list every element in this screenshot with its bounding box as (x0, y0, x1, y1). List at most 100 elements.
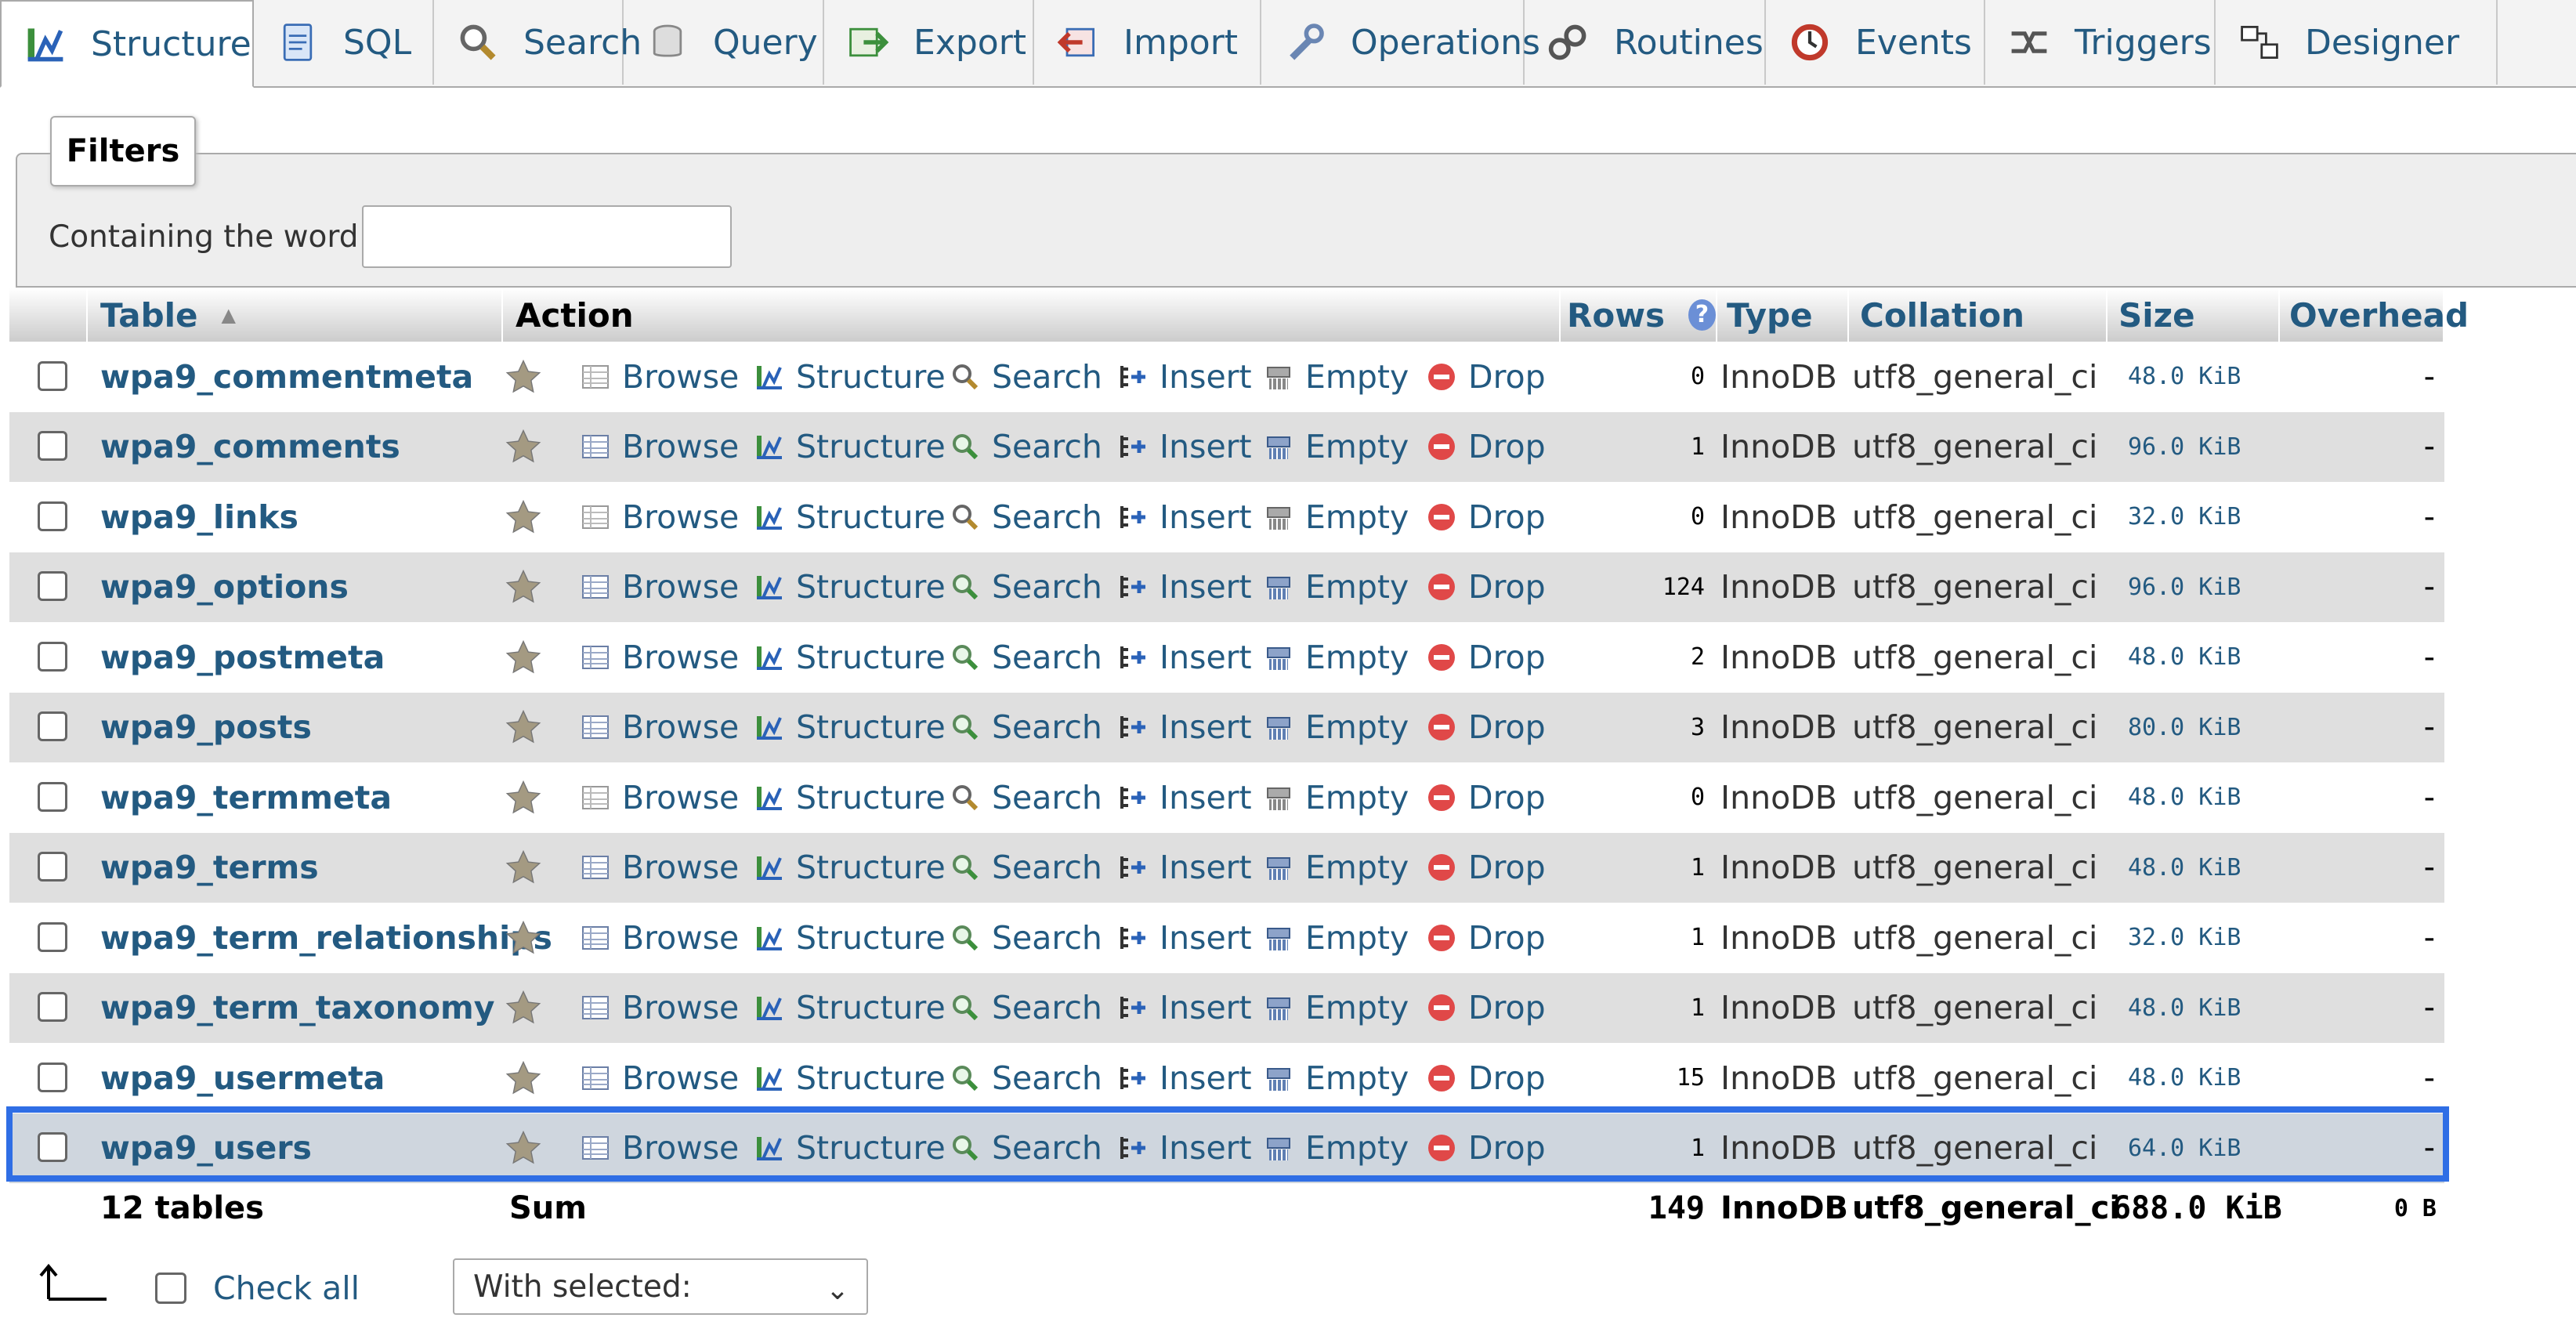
favorite-star-icon[interactable] (505, 903, 542, 973)
row-checkbox[interactable] (38, 711, 67, 742)
check-all-checkbox[interactable] (155, 1273, 186, 1304)
tab-query[interactable]: Query (624, 0, 824, 85)
table-row[interactable]: wpa9_term_taxonomy Browse Structure Search I… (9, 972, 2444, 1044)
empty-action[interactable]: Empty (1263, 342, 1409, 412)
browse-action[interactable]: Browse (580, 1043, 739, 1113)
check-all-link[interactable]: Check all (213, 1269, 360, 1307)
drop-action[interactable]: Drop (1426, 903, 1546, 973)
browse-action[interactable]: Browse (580, 552, 739, 623)
insert-action[interactable]: Insert (1117, 552, 1252, 623)
favorite-star-icon[interactable] (505, 762, 542, 833)
browse-action[interactable]: Browse (580, 622, 739, 693)
insert-action[interactable]: Insert (1117, 622, 1252, 693)
table-row[interactable]: wpa9_usermeta Browse Structure Search Insert… (9, 1043, 2444, 1113)
drop-action[interactable]: Drop (1426, 342, 1546, 412)
table-size[interactable]: 48.0 KiB (2128, 762, 2241, 833)
drop-action[interactable]: Drop (1426, 762, 1546, 833)
insert-action[interactable]: Insert (1117, 412, 1252, 483)
table-row[interactable]: wpa9_terms Browse Structure Search Insert Emp… (9, 832, 2444, 903)
table-name-link[interactable]: wpa9_comments (100, 412, 400, 483)
filter-input[interactable] (362, 205, 732, 268)
table-row[interactable]: wpa9_commentmeta Browse Structure Search Ins… (9, 342, 2444, 412)
table-name-link[interactable]: wpa9_terms (100, 833, 319, 903)
drop-action[interactable]: Drop (1426, 1043, 1546, 1113)
tab-designer[interactable]: Designer (2216, 0, 2498, 85)
tab-structure[interactable]: Structure (0, 0, 254, 88)
browse-action[interactable]: Browse (580, 342, 739, 412)
empty-action[interactable]: Empty (1263, 1113, 1409, 1184)
search-action[interactable]: Search (950, 1113, 1102, 1184)
empty-action[interactable]: Empty (1263, 1043, 1409, 1113)
table-size[interactable]: 32.0 KiB (2128, 903, 2241, 973)
table-name-link[interactable]: wpa9_users (100, 1113, 312, 1184)
drop-action[interactable]: Drop (1426, 1113, 1546, 1184)
structure-action[interactable]: Structure (754, 342, 946, 412)
drop-action[interactable]: Drop (1426, 973, 1546, 1044)
drop-action[interactable]: Drop (1426, 622, 1546, 693)
table-row[interactable]: wpa9_postmeta Browse Structure Search Insert… (9, 622, 2444, 693)
browse-action[interactable]: Browse (580, 762, 739, 833)
structure-action[interactable]: Structure (754, 1043, 946, 1113)
browse-action[interactable]: Browse (580, 903, 739, 973)
search-action[interactable]: Search (950, 622, 1102, 693)
header-overhead[interactable]: Overhead (2280, 288, 2469, 342)
tab-import[interactable]: Import (1034, 0, 1261, 85)
table-size[interactable]: 80.0 KiB (2128, 693, 2241, 763)
insert-action[interactable]: Insert (1117, 482, 1252, 552)
table-size[interactable]: 32.0 KiB (2128, 482, 2241, 552)
structure-action[interactable]: Structure (754, 833, 946, 903)
row-checkbox[interactable] (38, 1062, 67, 1092)
insert-action[interactable]: Insert (1117, 973, 1252, 1044)
header-size[interactable]: Size (2107, 288, 2280, 342)
favorite-star-icon[interactable] (505, 622, 542, 693)
insert-action[interactable]: Insert (1117, 1113, 1252, 1184)
table-size[interactable]: 96.0 KiB (2128, 552, 2241, 623)
search-action[interactable]: Search (950, 412, 1102, 483)
empty-action[interactable]: Empty (1263, 973, 1409, 1044)
empty-action[interactable]: Empty (1263, 622, 1409, 693)
search-action[interactable]: Search (950, 693, 1102, 763)
drop-action[interactable]: Drop (1426, 412, 1546, 483)
structure-action[interactable]: Structure (754, 412, 946, 483)
favorite-star-icon[interactable] (505, 833, 542, 903)
empty-action[interactable]: Empty (1263, 903, 1409, 973)
insert-action[interactable]: Insert (1117, 833, 1252, 903)
row-checkbox[interactable] (38, 571, 67, 602)
header-collation[interactable]: Collation (1849, 288, 2107, 342)
drop-action[interactable]: Drop (1426, 552, 1546, 623)
favorite-star-icon[interactable] (505, 412, 542, 483)
search-action[interactable]: Search (950, 973, 1102, 1044)
with-selected-select[interactable]: With selected: ⌄ (453, 1258, 868, 1315)
structure-action[interactable]: Structure (754, 973, 946, 1044)
search-action[interactable]: Search (950, 342, 1102, 412)
empty-action[interactable]: Empty (1263, 833, 1409, 903)
browse-action[interactable]: Browse (580, 833, 739, 903)
table-row[interactable]: wpa9_posts Browse Structure Search Insert Emp… (9, 692, 2444, 763)
table-size[interactable]: 48.0 KiB (2128, 1043, 2241, 1113)
browse-action[interactable]: Browse (580, 412, 739, 483)
row-checkbox[interactable] (38, 992, 67, 1023)
header-rows[interactable]: Rows ? (1561, 288, 1717, 342)
header-table[interactable]: Table ▲ (88, 288, 503, 342)
table-size[interactable]: 48.0 KiB (2128, 622, 2241, 693)
table-name-link[interactable]: wpa9_commentmeta (100, 342, 473, 412)
table-size[interactable]: 64.0 KiB (2128, 1113, 2241, 1184)
row-checkbox[interactable] (38, 921, 67, 952)
browse-action[interactable]: Browse (580, 482, 739, 552)
tab-triggers[interactable]: Triggers (1985, 0, 2216, 85)
structure-action[interactable]: Structure (754, 552, 946, 623)
table-row[interactable]: wpa9_comments Browse Structure Search Insert… (9, 411, 2444, 483)
empty-action[interactable]: Empty (1263, 412, 1409, 483)
search-action[interactable]: Search (950, 833, 1102, 903)
table-size[interactable]: 48.0 KiB (2128, 342, 2241, 412)
favorite-star-icon[interactable] (505, 482, 542, 552)
structure-action[interactable]: Structure (754, 482, 946, 552)
favorite-star-icon[interactable] (505, 552, 542, 623)
tab-routines[interactable]: Routines (1525, 0, 1766, 85)
table-row[interactable]: wpa9_users Browse Structure Search Insert Emp… (9, 1113, 2444, 1184)
structure-action[interactable]: Structure (754, 622, 946, 693)
browse-action[interactable]: Browse (580, 693, 739, 763)
empty-action[interactable]: Empty (1263, 693, 1409, 763)
drop-action[interactable]: Drop (1426, 693, 1546, 763)
favorite-star-icon[interactable] (505, 973, 542, 1044)
